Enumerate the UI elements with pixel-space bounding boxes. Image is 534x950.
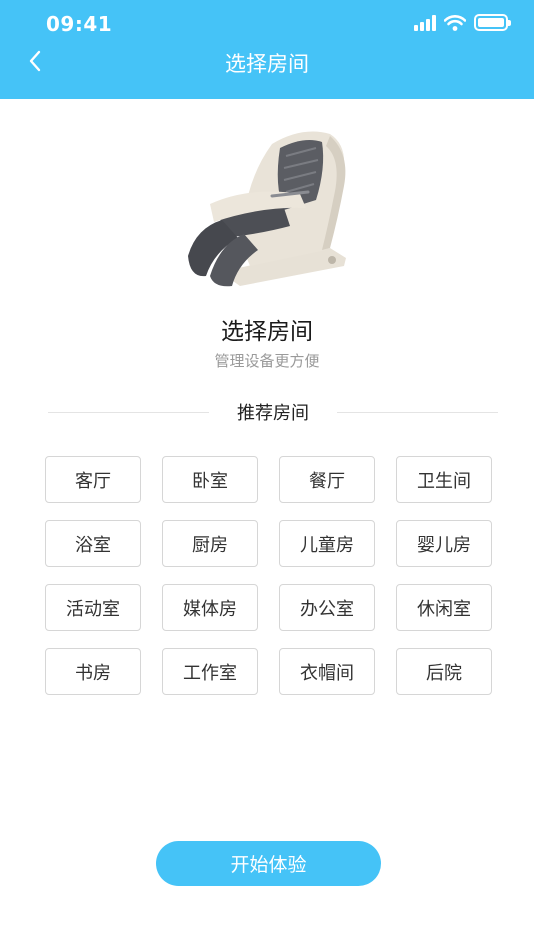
room-option[interactable]: 活动室: [45, 584, 141, 631]
room-option[interactable]: 卫生间: [396, 456, 492, 503]
divider-left: [48, 411, 209, 413]
room-option[interactable]: 浴室: [45, 520, 141, 567]
room-option[interactable]: 工作室: [162, 648, 258, 695]
room-option[interactable]: 衣帽间: [279, 648, 375, 695]
recommended-rooms-header: 推荐房间: [48, 398, 498, 426]
room-option[interactable]: 后院: [396, 648, 492, 695]
room-option[interactable]: 书房: [45, 648, 141, 695]
massage-chair-image: [188, 131, 346, 287]
hero-subtitle: 管理设备更方便: [214, 352, 320, 370]
room-option[interactable]: 客厅: [45, 456, 141, 503]
page-title: 选择房间: [225, 52, 309, 76]
room-option[interactable]: 婴儿房: [396, 520, 492, 567]
room-option[interactable]: 卧室: [162, 456, 258, 503]
room-grid: 客厅 卧室 餐厅 卫生间 浴室 厨房 儿童房 婴儿房 活动室 媒体房 办公室 休…: [45, 456, 492, 695]
section-label: 推荐房间: [237, 403, 309, 424]
room-option[interactable]: 休闲室: [396, 584, 492, 631]
cellular-signal-icon: [414, 14, 436, 31]
room-option[interactable]: 媒体房: [162, 584, 258, 631]
status-time: 09:41: [46, 12, 113, 36]
wifi-icon: [444, 14, 466, 31]
start-experience-button[interactable]: 开始体验: [156, 841, 381, 886]
battery-icon: [474, 14, 511, 31]
status-icons: [414, 14, 511, 31]
hero-title: 选择房间: [221, 319, 313, 345]
room-option[interactable]: 儿童房: [279, 520, 375, 567]
room-option[interactable]: 办公室: [279, 584, 375, 631]
room-option[interactable]: 餐厅: [279, 456, 375, 503]
divider-right: [337, 411, 498, 413]
top-header: 09:41 选择房间: [0, 0, 534, 99]
room-option[interactable]: 厨房: [162, 520, 258, 567]
